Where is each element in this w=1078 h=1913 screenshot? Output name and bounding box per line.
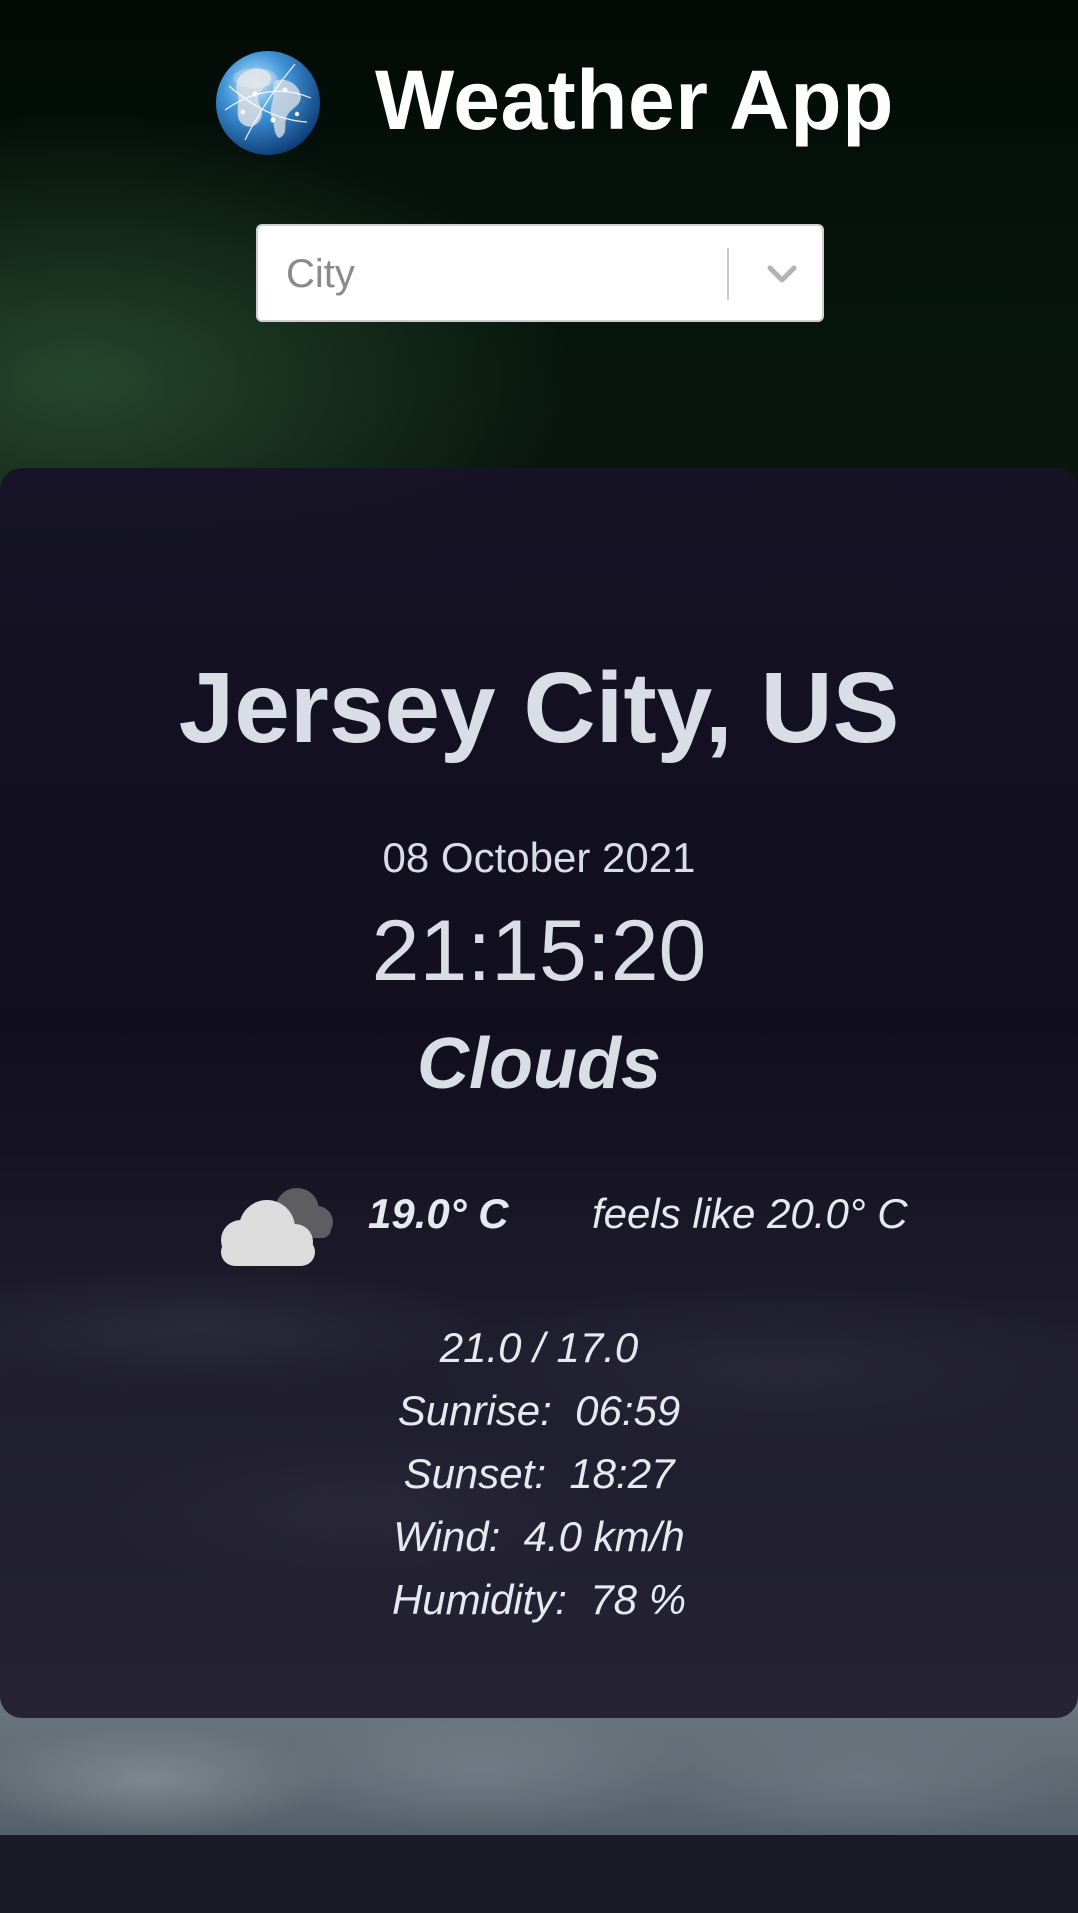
city-select-placeholder: City [286,252,355,296]
globe-icon [216,51,320,155]
clouds-icon [221,1188,333,1266]
sunset: Sunset: 18:27 [403,1450,675,1497]
footer-strip [0,1835,1078,1913]
select-divider [727,248,729,300]
current-date: 08 October 2021 [382,834,696,881]
city-select[interactable]: City [256,224,824,322]
temperature: 19.0° C [368,1190,509,1237]
weather-details: 21.0 / 17.0 Sunrise: 06:59 Sunset: 18:27… [0,1316,1078,1631]
background-haze [0,1700,1078,1835]
app-title: Weather App [375,53,894,147]
feels-like: feels like 20.0° C [592,1190,908,1237]
wind: Wind: 4.0 km/h [393,1513,685,1560]
location-name: Jersey City, US [178,652,900,764]
chevron-down-icon[interactable] [760,252,804,296]
current-time: 21:15:20 [371,903,707,999]
app-header: Weather App [0,40,1078,170]
humidity: Humidity: 78 % [391,1576,687,1623]
sunrise: Sunrise: 06:59 [397,1387,681,1434]
min-max-temperature: 21.0 / 17.0 [439,1324,639,1371]
weather-card: Jersey City, US 08 October 2021 21:15:20… [0,468,1078,1718]
weather-condition: Clouds [417,1024,661,1104]
